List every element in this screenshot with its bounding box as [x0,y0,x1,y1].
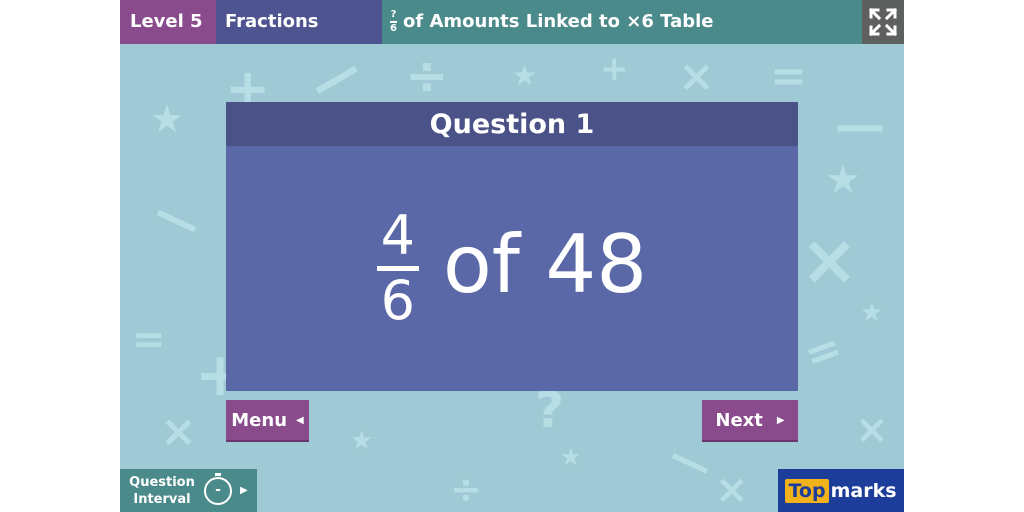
topmarks-logo[interactable]: Top marks [778,469,904,512]
bg-times-symbol: × [800,219,859,301]
question-interval-label-line1: Question [129,474,195,490]
question-text: of 48 [442,217,648,311]
bg-star-symbol: ★ [560,443,582,471]
menu-button[interactable]: Menu ◀ [226,400,309,442]
stopwatch-icon[interactable]: - [204,472,232,505]
bg-divide-symbol: ÷ [450,467,482,511]
next-button[interactable]: Next ▶ [702,400,798,442]
fullscreen-button[interactable] [862,0,904,44]
question-interval-value: - [215,481,221,498]
bg-star-symbol: ★ [860,298,884,328]
logo-marks-text: marks [830,479,897,502]
fraction-denominator: 6 [380,269,415,332]
topic-label: Fractions [216,0,382,44]
bg-times-symbol: × [855,407,889,453]
bg-plus-symbol: + [600,49,629,89]
interval-next-arrow-icon[interactable]: ▶ [240,485,248,496]
question-card: Question 1 4 6 of 48 [226,102,798,391]
question-interval-panel: Question Interval - ▶ [120,469,257,512]
question-interval-label: Question Interval [120,474,204,508]
menu-button-label: Menu [231,409,288,431]
bg-question-symbol: ? [535,381,565,439]
question-heading: Question 1 [226,102,798,146]
bg-times-symbol: × [678,51,715,102]
activity-title: ? 6 of Amounts Linked to ×6 Table [382,0,862,44]
bg-divide-symbol: ÷ [405,46,449,106]
caret-left-icon: ◀ [296,414,304,426]
activity-title-text: of Amounts Linked to ×6 Table [403,11,714,32]
question-interval-label-line2: Interval [133,491,191,507]
bg-minus-symbol: — [145,183,211,253]
level-label: Level 5 [120,0,216,44]
bg-star-symbol: ★ [150,97,185,141]
bg-minus-symbol: — [835,96,885,154]
bg-equals-symbol: = [770,51,807,102]
fullscreen-icon [868,7,898,37]
bg-minus-symbol: — [298,39,372,115]
top-bar: Level 5 Fractions ? 6 of Amounts Linked … [120,0,904,44]
title-fraction-denominator: 6 [390,22,397,34]
bg-star-symbol: ★ [825,157,861,203]
question-expression: 4 6 of 48 [226,146,798,391]
question-fraction: 4 6 [376,204,419,332]
next-button-label: Next [715,409,763,431]
bg-equals-symbol: = [797,321,850,382]
bg-star-symbol: ★ [512,59,538,92]
fraction-numerator: 4 [380,204,415,267]
logo-top-text: Top [785,478,829,503]
bg-star-symbol: ★ [350,426,374,456]
bg-times-symbol: × [160,406,197,457]
title-fraction-numerator: ? [390,9,397,21]
activity-stage: + — ÷ ★ + × = ★ — ★ — × = ★ + = ? ★ × ★ … [120,0,904,512]
bg-times-symbol: × [715,467,749,512]
title-fraction: ? 6 [390,10,397,34]
bg-equals-symbol: = [132,317,166,363]
caret-right-icon: ▶ [776,414,785,426]
